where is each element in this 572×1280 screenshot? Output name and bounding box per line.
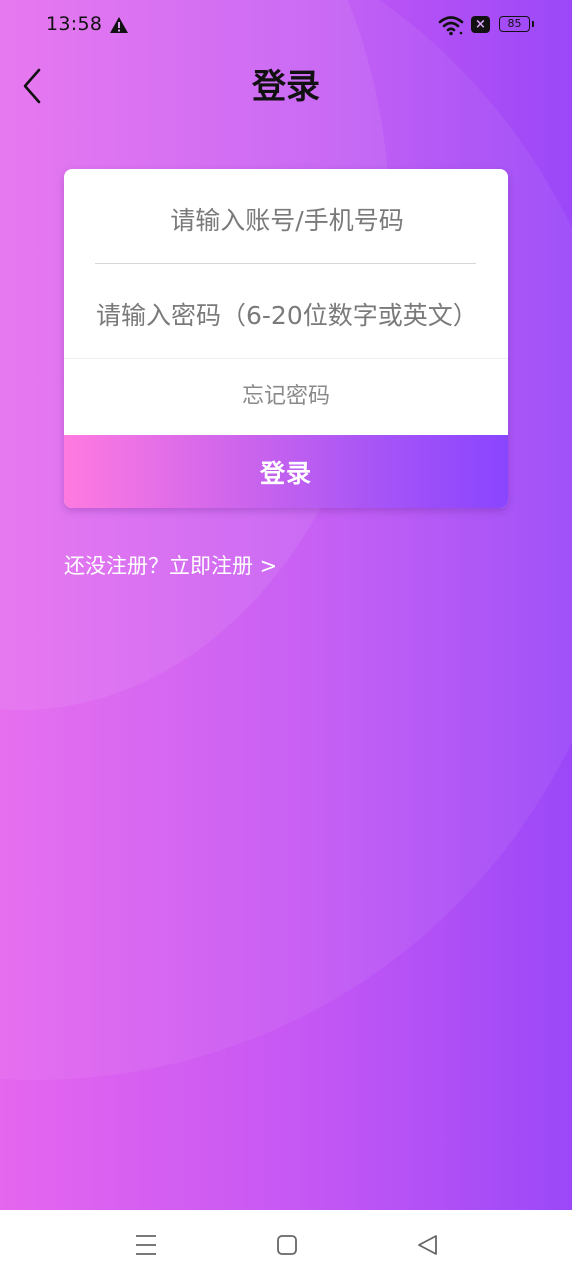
- account-input[interactable]: [95, 187, 479, 253]
- register-link[interactable]: 还没注册？立即注册 >: [64, 550, 277, 582]
- back-triangle-icon[interactable]: [409, 1228, 445, 1262]
- home-square-icon[interactable]: [269, 1228, 305, 1262]
- login-button[interactable]: 登录: [64, 435, 508, 508]
- status-bar: 13:58 × 85: [0, 0, 572, 52]
- login-screen: 13:58 × 85 登录 忘记密码 登录 还没注册？立即注册 >: [0, 0, 572, 1280]
- login-card: 忘记密码 登录: [64, 169, 508, 508]
- password-divider: [64, 358, 508, 359]
- sim-x-icon: ×: [471, 16, 490, 33]
- background-circle-large: [0, 0, 572, 1080]
- account-divider: [95, 263, 476, 264]
- menu-icon[interactable]: [128, 1228, 164, 1262]
- navigation-bar: [0, 1210, 572, 1280]
- forgot-password-link[interactable]: 忘记密码: [64, 375, 508, 419]
- alert-triangle-icon: [110, 17, 128, 33]
- battery-icon: 85: [499, 16, 534, 32]
- page-title: 登录: [252, 67, 320, 107]
- status-time: 13:58: [46, 13, 103, 35]
- wifi-icon: [438, 16, 464, 36]
- password-input[interactable]: [96, 284, 486, 346]
